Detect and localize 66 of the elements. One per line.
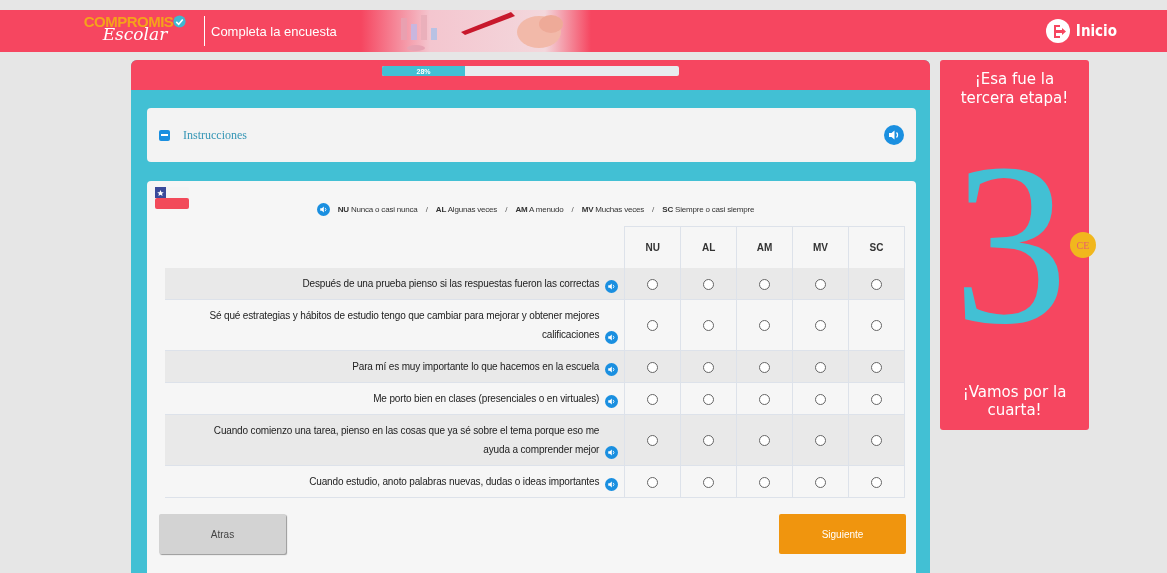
radio-button[interactable] bbox=[759, 320, 771, 332]
question-text: Para mí es muy importante lo que hacemos en la escuela bbox=[351, 360, 600, 374]
legend-separator: / bbox=[652, 205, 655, 214]
radio-button[interactable] bbox=[815, 320, 827, 332]
instructions-label[interactable]: Instrucciones bbox=[183, 127, 247, 143]
stage-message: ¡Esa fue la tercera etapa! bbox=[959, 70, 1070, 108]
radio-button[interactable] bbox=[759, 435, 771, 447]
radio-button[interactable] bbox=[703, 393, 715, 405]
question-text: Cuando estudio, anoto palabras nuevas, dudas o ideas importantes bbox=[308, 475, 600, 489]
back-button[interactable]: Atras bbox=[159, 514, 286, 554]
radio-button[interactable] bbox=[759, 278, 771, 290]
question-text: Me porto bien en clases (presenciales o en virtuales) bbox=[372, 392, 600, 406]
speaker-icon[interactable] bbox=[316, 203, 330, 216]
radio-button[interactable] bbox=[815, 361, 827, 373]
legend-item: MV Muchas veces bbox=[581, 205, 645, 214]
speaker-icon[interactable] bbox=[884, 125, 904, 145]
radio-button[interactable] bbox=[759, 361, 771, 373]
radio-button[interactable] bbox=[871, 435, 882, 447]
next-button[interactable]: Siguiente bbox=[779, 514, 906, 554]
check-icon bbox=[173, 14, 187, 28]
speaker-icon[interactable] bbox=[605, 363, 619, 376]
page-title: Completa la encuesta bbox=[211, 23, 337, 39]
radio-button[interactable] bbox=[647, 435, 659, 447]
stage-number: 3 bbox=[953, 153, 1068, 337]
question-text: Después de una prueba pienso si las respuestas fueron las correctas bbox=[301, 277, 600, 291]
radio-button[interactable] bbox=[703, 320, 715, 332]
radio-button[interactable] bbox=[703, 361, 715, 373]
radio-button[interactable] bbox=[815, 476, 827, 488]
radio-button[interactable] bbox=[703, 435, 715, 447]
legend-item: AM A menudo bbox=[515, 205, 564, 214]
radio-button[interactable] bbox=[647, 278, 659, 290]
legend-separator: / bbox=[425, 205, 428, 214]
question-text: Sé qué estrategias y hábitos de estudio tengo que cambiar para mejorar y obtener mejores calificaciones bbox=[208, 309, 600, 342]
radio-button[interactable] bbox=[815, 393, 827, 405]
legend-item: AL Algunas veces bbox=[435, 205, 498, 214]
radio-button[interactable] bbox=[815, 435, 827, 447]
radio-button[interactable] bbox=[815, 278, 827, 290]
radio-button[interactable] bbox=[647, 320, 659, 332]
logout-icon bbox=[1045, 19, 1070, 43]
speaker-icon[interactable] bbox=[605, 280, 619, 293]
medal-badge: CE bbox=[1070, 232, 1096, 258]
radio-button[interactable] bbox=[647, 393, 659, 405]
collapse-toggle[interactable] bbox=[159, 129, 170, 141]
radio-button[interactable] bbox=[759, 393, 771, 405]
radio-button[interactable] bbox=[647, 361, 659, 373]
legend-item: NU Nunca o casi nunca bbox=[337, 205, 418, 214]
radio-button[interactable] bbox=[647, 476, 659, 488]
legend-separator: / bbox=[571, 205, 574, 214]
radio-button[interactable] bbox=[871, 393, 882, 405]
speaker-icon[interactable] bbox=[605, 395, 619, 408]
radio-button[interactable] bbox=[871, 361, 882, 373]
legend-item: SC Siempre o casi siempre bbox=[662, 205, 755, 214]
radio-button[interactable] bbox=[759, 476, 771, 488]
stage-message: ¡Vamos por la cuarta! bbox=[961, 382, 1068, 420]
radio-button[interactable] bbox=[871, 476, 882, 488]
radio-button[interactable] bbox=[703, 278, 715, 290]
radio-button[interactable] bbox=[871, 278, 882, 290]
home-link[interactable]: Inicio bbox=[1045, 19, 1117, 43]
flag-icon bbox=[155, 187, 189, 209]
question-text: Cuando comienzo una tarea, pienso en las cosas que ya sé sobre el tema porque eso me ayuda a comprender mejor bbox=[212, 424, 600, 457]
radio-button[interactable] bbox=[703, 476, 715, 488]
speaker-icon[interactable] bbox=[605, 446, 619, 459]
speaker-icon[interactable] bbox=[605, 331, 619, 344]
speaker-icon[interactable] bbox=[605, 478, 619, 491]
legend-separator: / bbox=[505, 205, 508, 214]
radio-button[interactable] bbox=[871, 320, 882, 332]
